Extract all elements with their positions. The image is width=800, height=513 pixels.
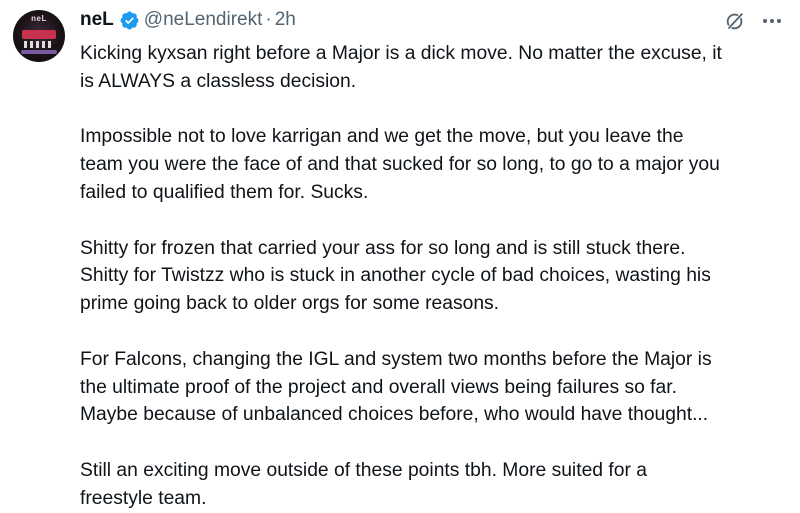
separator-dot: · [265,9,272,30]
tweet-paragraph: Shitty for frozen that carried your ass … [80,237,711,315]
tweet-header: neL @neLendirekt · 2h [80,7,296,33]
grok-icon[interactable] [724,10,746,32]
author-handle[interactable]: @neLendirekt [144,9,263,31]
tweet-paragraph: Impossible not to love karrigan and we g… [80,126,720,203]
avatar-text: neL [31,14,47,23]
tweet-paragraph: Still an exciting move outside of these … [80,459,647,509]
tweet-paragraph: For Falcons, changing the IGL and system… [80,348,712,426]
avatar[interactable]: neL [13,10,65,62]
avatar-graphic-base [21,50,57,54]
tweet-body: Kicking kyxsan right before a Major is a… [80,40,785,513]
avatar-graphic-band [22,30,56,39]
tweet-timestamp[interactable]: 2h [275,9,296,31]
tweet: neL neL @neLendirekt · 2h Kicking kyxsan… [0,0,800,509]
tweet-paragraph: Kicking kyxsan right before a Major is a… [80,43,722,92]
display-name[interactable]: neL [80,9,114,31]
verified-badge-icon[interactable] [119,10,140,31]
more-options-icon[interactable] [760,10,784,32]
avatar-graphic-dots [24,41,54,48]
